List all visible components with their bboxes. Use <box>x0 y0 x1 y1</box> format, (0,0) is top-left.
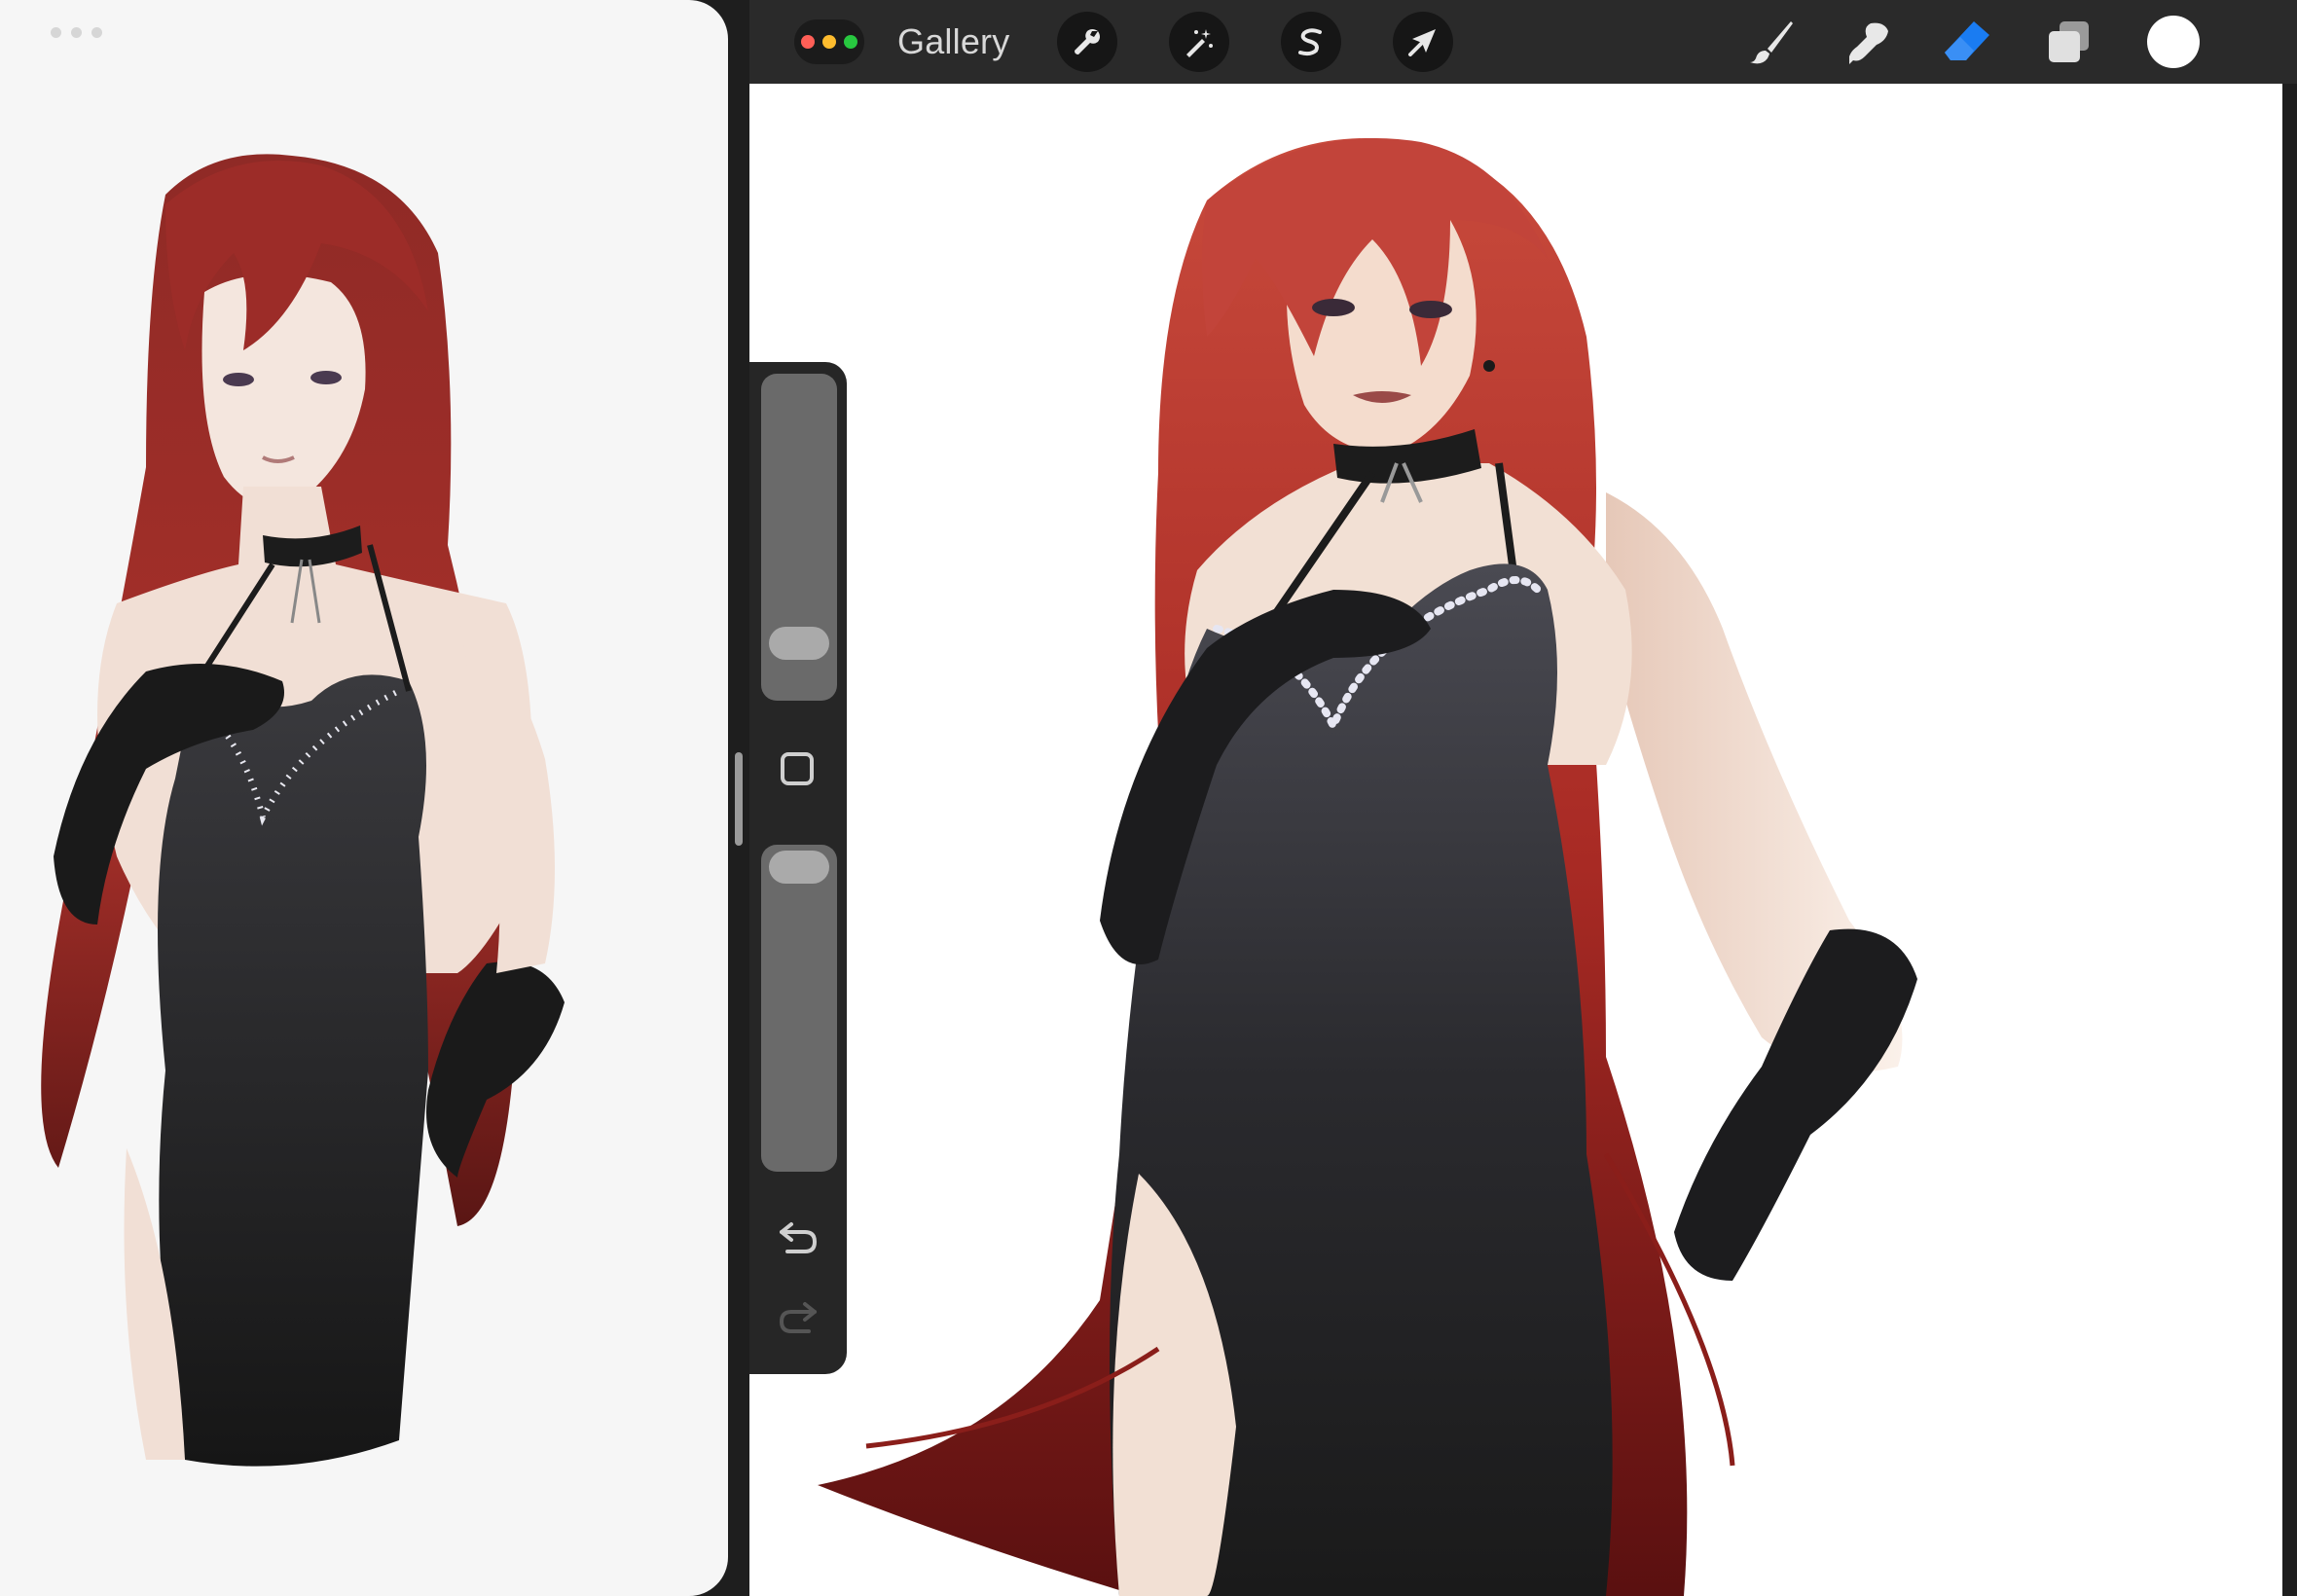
undo-button[interactable] <box>775 1216 821 1259</box>
transform-button[interactable] <box>1393 12 1453 72</box>
redo-button[interactable] <box>775 1296 821 1339</box>
red-dot-icon <box>801 35 815 49</box>
layers-icon <box>2049 21 2089 62</box>
layers-button[interactable] <box>2038 12 2098 72</box>
smudge-icon <box>1849 22 1888 65</box>
gallery-button[interactable]: Gallery <box>897 19 1009 64</box>
selection-button[interactable] <box>1281 12 1341 72</box>
brush-size-slider[interactable] <box>761 374 837 701</box>
reference-sketch-image <box>41 154 565 1467</box>
actions-button[interactable] <box>1057 12 1117 72</box>
brush-icon <box>1750 21 1793 64</box>
magic-wand-icon <box>1186 29 1213 57</box>
wrench-icon <box>1075 29 1100 54</box>
opacity-thumb[interactable] <box>769 851 829 884</box>
modify-square-button[interactable] <box>781 752 814 785</box>
brush-size-thumb[interactable] <box>769 627 829 660</box>
transform-arrow-icon <box>1408 29 1436 56</box>
top-toolbar: Gallery <box>749 0 2297 84</box>
brush-sidebar <box>749 362 847 1374</box>
brush-button[interactable] <box>1742 12 1803 72</box>
split-view-divider-handle[interactable] <box>735 752 743 846</box>
smudge-button[interactable] <box>1840 12 1900 72</box>
undo-icon <box>780 1222 818 1253</box>
adjustments-button[interactable] <box>1169 12 1229 72</box>
drawing-canvas[interactable] <box>749 84 2282 1596</box>
canvas-artwork-image <box>818 138 1917 1596</box>
redo-icon <box>779 1302 817 1333</box>
eraser-button[interactable] <box>1937 12 1997 72</box>
reference-app-pane[interactable] <box>0 0 728 1596</box>
green-dot-icon <box>844 35 857 49</box>
selection-s-icon <box>1298 28 1322 56</box>
opacity-slider[interactable] <box>761 845 837 1172</box>
color-picker-button[interactable] <box>2147 16 2200 68</box>
yellow-dot-icon <box>822 35 836 49</box>
window-controls-button[interactable] <box>794 19 864 64</box>
eraser-icon <box>1945 21 1989 60</box>
